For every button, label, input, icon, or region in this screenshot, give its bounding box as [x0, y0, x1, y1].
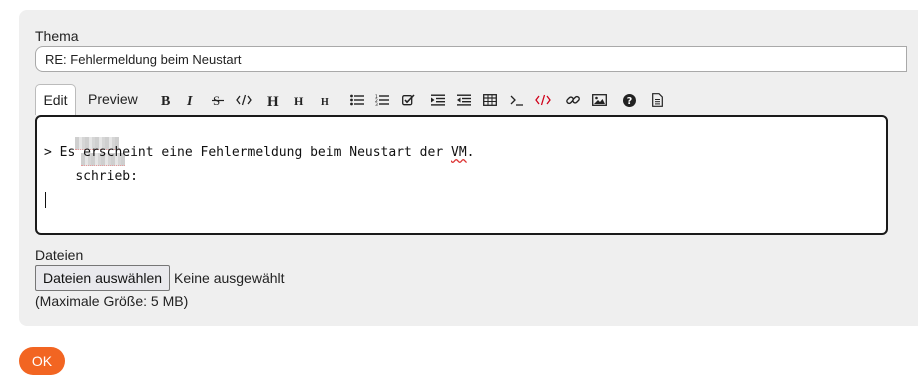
terminal-icon[interactable] — [506, 88, 528, 112]
bullet-list-icon[interactable] — [346, 88, 368, 112]
svg-text:3: 3 — [375, 102, 378, 106]
quote-header-line: schrieb: — [44, 122, 138, 199]
svg-text:H: H — [267, 94, 279, 107]
strikethrough-icon[interactable]: S — [207, 88, 229, 112]
task-list-icon[interactable] — [397, 88, 419, 112]
code-icon[interactable] — [233, 88, 255, 112]
numbered-list-icon[interactable]: 123 — [371, 88, 393, 112]
indent-icon[interactable] — [427, 88, 449, 112]
max-size-hint: (Maximale Größe: 5 MB) — [35, 293, 189, 309]
text-caret — [45, 192, 46, 208]
heading-3-icon[interactable]: H — [315, 88, 337, 112]
files-label: Dateien — [35, 247, 84, 263]
heading-1-icon[interactable]: H — [263, 88, 285, 112]
misspelled-word: VM — [451, 145, 467, 160]
bold-icon[interactable]: B — [155, 88, 177, 112]
message-editor[interactable]: schrieb: > Es erscheint eine Fehlermeldu… — [35, 115, 888, 235]
document-icon[interactable] — [646, 88, 668, 112]
subject-label: Thema — [35, 28, 79, 44]
svg-text:H: H — [321, 97, 329, 107]
help-icon[interactable]: ? — [618, 88, 640, 112]
italic-icon[interactable]: I — [180, 88, 202, 112]
choose-files-button[interactable]: Dateien auswählen — [35, 265, 170, 291]
heading-2-icon[interactable]: H — [289, 88, 311, 112]
quote-header-suffix: schrieb: — [75, 169, 138, 184]
no-file-selected-text: Keine ausgewählt — [174, 270, 285, 286]
tab-edit[interactable]: Edit — [35, 84, 76, 115]
svg-text:?: ? — [626, 96, 632, 107]
subject-input[interactable] — [35, 46, 907, 72]
image-icon[interactable] — [588, 88, 610, 112]
quoted-text: > Es erscheint eine Fehlermeldung beim N… — [44, 145, 451, 160]
svg-text:H: H — [294, 94, 304, 107]
quoted-text-end: . — [466, 145, 475, 160]
link-icon[interactable] — [562, 88, 584, 112]
svg-text:B: B — [161, 94, 170, 107]
ok-button[interactable]: OK — [19, 347, 65, 375]
table-icon[interactable] — [479, 88, 501, 112]
html-code-icon[interactable] — [532, 88, 554, 112]
quoted-message-line: > Es erscheint eine Fehlermeldung beim N… — [44, 145, 474, 160]
tab-preview[interactable]: Preview — [88, 84, 138, 115]
outdent-icon[interactable] — [453, 88, 475, 112]
svg-text:I: I — [186, 94, 193, 107]
